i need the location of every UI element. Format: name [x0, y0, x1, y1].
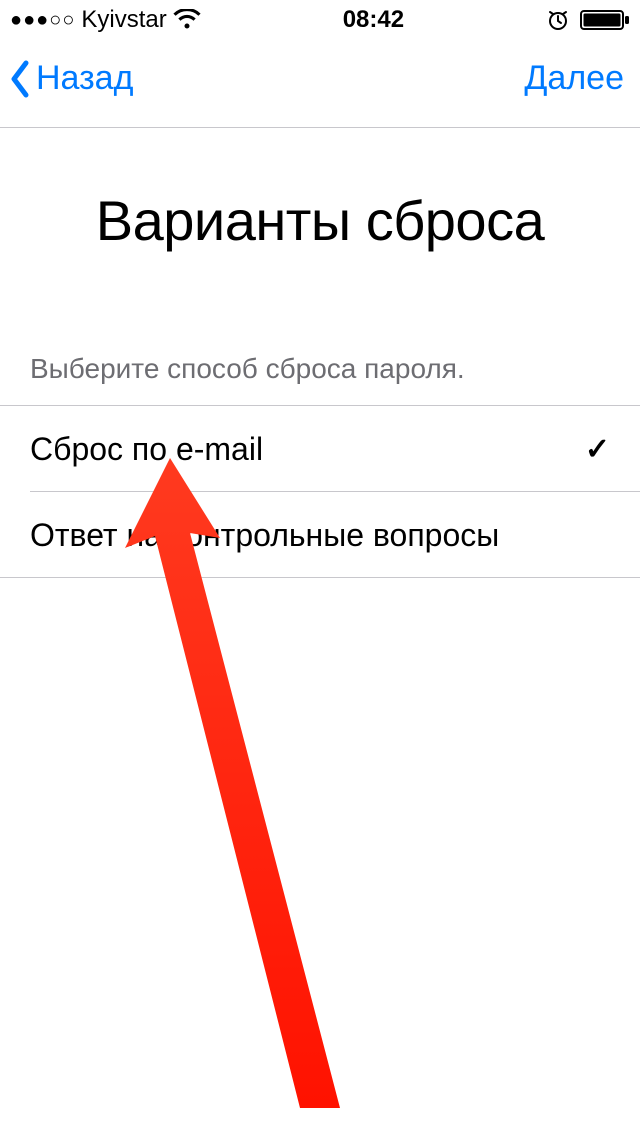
chevron-left-icon [8, 59, 32, 99]
next-button[interactable]: Далее [524, 59, 624, 98]
alarm-icon [546, 8, 570, 32]
option-label: Сброс по e-mail [30, 431, 263, 468]
options-list: Сброс по e-mail ✓ Ответ на контрольные в… [0, 405, 640, 578]
battery-icon [580, 9, 630, 31]
page-subtitle: Выберите способ сброса пароля. [0, 353, 640, 385]
page-title: Варианты сброса [0, 188, 640, 253]
option-label: Ответ на контрольные вопросы [30, 517, 499, 554]
back-label: Назад [36, 59, 133, 98]
nav-bar: Назад Далее [0, 40, 640, 128]
status-left: ●●●○○ Kyivstar [10, 6, 201, 34]
carrier-label: Kyivstar [81, 6, 166, 34]
status-bar: ●●●○○ Kyivstar 08:42 [0, 0, 640, 40]
option-security-questions[interactable]: Ответ на контрольные вопросы [0, 492, 640, 578]
signal-strength-icon: ●●●○○ [10, 10, 75, 30]
next-label: Далее [524, 59, 624, 97]
checkmark-icon: ✓ [585, 432, 610, 467]
back-button[interactable]: Назад [8, 59, 133, 99]
wifi-icon [173, 9, 201, 31]
status-time: 08:42 [343, 6, 404, 34]
option-reset-by-email[interactable]: Сброс по e-mail ✓ [0, 406, 640, 492]
status-right [546, 8, 630, 32]
divider [0, 577, 640, 578]
